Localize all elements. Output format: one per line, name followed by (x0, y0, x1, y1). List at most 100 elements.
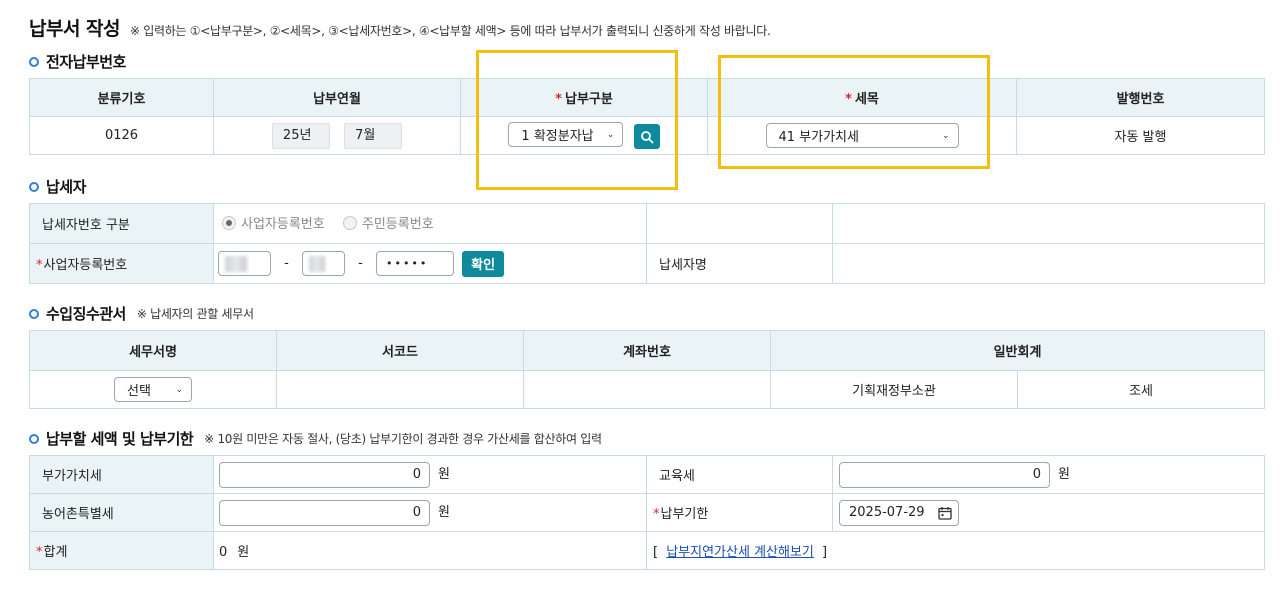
pay-year-month-cell: 25년 7월 (213, 116, 461, 155)
pay-type-search-button[interactable] (633, 124, 660, 149)
total-label: 합계 (43, 545, 68, 560)
chevron-down-icon: ⌄ (941, 130, 950, 141)
header-pay-type: * 납부구분 (460, 78, 708, 117)
taxpayer-table: 납세자번호 구분 사업자등록번호 주민등록번호 *사업자등록번호 - - •••… (29, 203, 1265, 284)
section-title-office: 수입징수관서 (46, 305, 126, 323)
office-select[interactable]: 선택 ⌄ (114, 377, 192, 402)
radio-selected-icon (222, 215, 236, 230)
total-cell: 0원 (213, 531, 647, 570)
header-general-account: 일반회계 (770, 330, 1265, 371)
pay-type-select[interactable]: 1 확정분자납 ⌄ (508, 122, 624, 147)
header-office-code: 서코드 (276, 330, 524, 371)
biz-no-cell: - - ••••• 확인 (213, 243, 647, 284)
biz-no-field-1[interactable] (218, 251, 271, 276)
category-code-value: 0126 (29, 116, 214, 155)
page-note: ※ 입력하는 ①<납부구분>, ②<세목>, ③<납세자번호>, ④<납부할 세… (130, 24, 771, 38)
header-category-code: 분류기호 (29, 78, 214, 117)
office-table: 세무서명 서코드 계좌번호 일반회계 선택 ⌄ 기획재정부소관 조세 (29, 330, 1265, 409)
bullet-icon (29, 181, 39, 192)
section-title-taxpayer: 납세자 (46, 178, 86, 196)
late-fee-calc-link[interactable]: 납부지연가산세 계산해보기 (666, 545, 814, 560)
office-select-value: 선택 (127, 384, 151, 399)
taxpayer-name-value (832, 243, 1265, 284)
section-note-office: ※ 납세자의 관할 세무서 (136, 307, 254, 321)
tax-value: 조세 (1017, 370, 1265, 409)
taxpayer-type-cell: 사업자등록번호 주민등록번호 (213, 203, 647, 244)
taxpayer-name-label: 납세자명 (646, 243, 833, 284)
page-header: 납부서 작성 ※ 입력하는 ①<납부구분>, ②<세목>, ③<납세자번호>, … (29, 14, 771, 41)
unit-won: 원 (438, 467, 450, 482)
page-title: 납부서 작성 (29, 18, 121, 40)
biz-no-field-3[interactable]: ••••• (375, 251, 454, 276)
biz-no-label: 사업자등록번호 (43, 258, 128, 273)
section-amount: 납부할 세액 및 납부기한 ※ 10원 미만은 자동 절사, (당초) 납부기한… (29, 428, 602, 449)
rural-label: 농어촌특별세 (29, 493, 214, 532)
required-mark: * (555, 92, 562, 107)
pay-type-cell: 1 확정분자납 ⌄ (460, 116, 708, 155)
section-electronic: 전자납부번호 (29, 51, 126, 72)
rural-cell: 0원 (213, 493, 647, 532)
bullet-icon (29, 308, 39, 319)
deadline-value: 2025-07-29 (849, 505, 925, 520)
unit-won: 원 (438, 505, 450, 520)
header-pay-year-month: 납부연월 (213, 78, 461, 117)
bracket-open: [ (653, 545, 659, 560)
vat-cell: 0원 (213, 455, 647, 494)
tax-item-cell: 41 부가가치세 ⌄ (707, 116, 1017, 155)
vat-input[interactable]: 0 (219, 461, 430, 488)
vat-label: 부가가치세 (29, 455, 214, 494)
radio-business-number[interactable]: 사업자등록번호 (222, 213, 325, 232)
rural-input[interactable]: 0 (219, 499, 430, 526)
radio-business-label: 사업자등록번호 (241, 217, 325, 233)
chevron-down-icon: ⌄ (175, 384, 183, 395)
office-name-cell: 선택 ⌄ (29, 370, 277, 409)
deadline-label-cell: *납부기한 (646, 493, 833, 532)
dash: - (358, 256, 363, 271)
biz-no-label-cell: *사업자등록번호 (29, 243, 214, 284)
header-account-no: 계좌번호 (523, 330, 771, 371)
year-field: 25년 (271, 122, 330, 149)
required-mark: * (36, 545, 43, 560)
empty-cell (646, 203, 833, 244)
confirm-button[interactable]: 확인 (462, 250, 505, 277)
section-title-amount: 납부할 세액 및 납부기한 (46, 430, 194, 448)
deadline-date-input[interactable]: 2025-07-29 (839, 499, 959, 526)
biz-no-field-2[interactable] (301, 251, 345, 276)
section-taxpayer: 납세자 (29, 176, 86, 197)
dash: - (284, 256, 289, 271)
office-code-value (276, 370, 524, 409)
late-fee-cell: [ 납부지연가산세 계산해보기 ] (646, 531, 1265, 570)
masked-value (308, 256, 325, 272)
section-note-amount: ※ 10원 미만은 자동 절사, (당초) 납부기한이 경과한 경우 가산세를 … (204, 432, 602, 446)
header-pay-type-label: 납부구분 (564, 92, 613, 107)
required-mark: * (36, 258, 43, 273)
radio-resident-number[interactable]: 주민등록번호 (342, 213, 434, 233)
radio-unselected-icon (342, 215, 357, 230)
empty-cell (832, 203, 1265, 244)
ministry-value: 기획재정부소관 (770, 370, 1018, 409)
account-no-value (523, 370, 771, 409)
tax-item-select-value: 41 부가가치세 (778, 130, 859, 145)
required-mark: * (845, 92, 852, 107)
header-issue-no: 발행번호 (1016, 78, 1265, 117)
deadline-cell: 2025-07-29 (832, 493, 1265, 532)
edu-label: 교육세 (646, 455, 833, 494)
header-tax-item-label: 세목 (854, 92, 879, 107)
header-office-name: 세무서명 (29, 330, 277, 371)
unit-won: 원 (1058, 467, 1070, 482)
required-mark: * (653, 507, 660, 522)
tax-item-select[interactable]: 41 부가가치세 ⌄ (765, 123, 959, 148)
amount-table: 부가가치세 0원 교육세 0원 농어촌특별세 0원 *납부기한 2025-07-… (29, 455, 1265, 570)
section-office: 수입징수관서 ※ 납세자의 관할 세무서 (29, 303, 254, 324)
section-title-electronic: 전자납부번호 (46, 53, 126, 71)
header-tax-item: * 세목 (707, 78, 1017, 117)
radio-resident-label: 주민등록번호 (361, 217, 434, 233)
pay-type-select-value: 1 확정분자납 (521, 129, 594, 144)
bullet-icon (29, 56, 39, 67)
chevron-down-icon: ⌄ (606, 129, 615, 140)
bracket-close: ] (822, 545, 828, 560)
edu-input[interactable]: 0 (839, 461, 1050, 488)
calendar-icon[interactable] (938, 506, 952, 520)
edu-cell: 0원 (832, 455, 1265, 494)
total-label-cell: *합계 (29, 531, 214, 570)
